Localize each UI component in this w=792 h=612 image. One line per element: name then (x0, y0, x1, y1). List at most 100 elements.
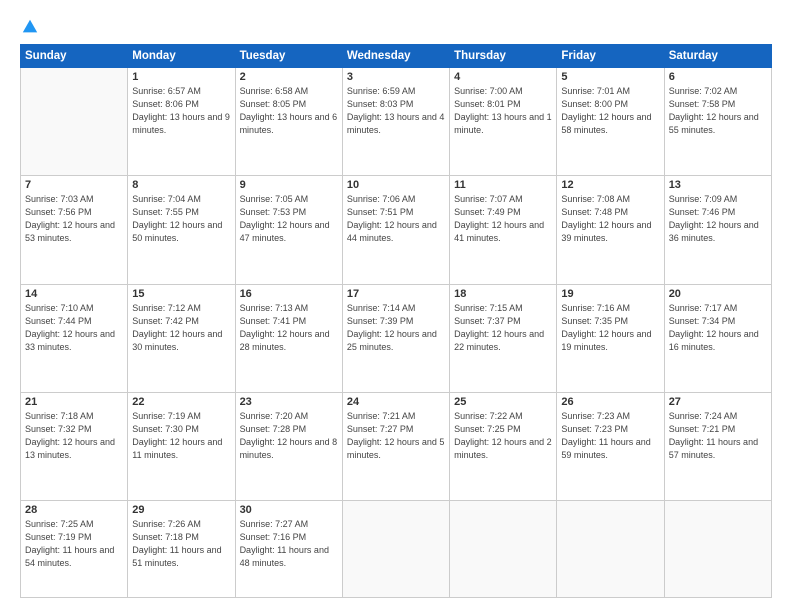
calendar-cell: 24 Sunrise: 7:21 AMSunset: 7:27 PMDayligh… (342, 392, 449, 500)
day-number: 20 (669, 288, 767, 300)
calendar-cell: 13 Sunrise: 7:09 AMSunset: 7:46 PMDayligh… (664, 176, 771, 284)
calendar-header-row: SundayMondayTuesdayWednesdayThursdayFrid… (21, 45, 772, 68)
day-number: 5 (561, 71, 659, 83)
day-info: Sunrise: 6:59 AMSunset: 8:03 PMDaylight:… (347, 85, 445, 137)
day-number: 6 (669, 71, 767, 83)
calendar-cell: 4 Sunrise: 7:00 AMSunset: 8:01 PMDaylight… (450, 68, 557, 176)
day-info: Sunrise: 7:10 AMSunset: 7:44 PMDaylight:… (25, 302, 123, 354)
day-info: Sunrise: 7:05 AMSunset: 7:53 PMDaylight:… (240, 193, 338, 245)
day-info: Sunrise: 7:19 AMSunset: 7:30 PMDaylight:… (132, 410, 230, 462)
day-number: 18 (454, 288, 552, 300)
day-info: Sunrise: 7:03 AMSunset: 7:56 PMDaylight:… (25, 193, 123, 245)
day-info: Sunrise: 7:04 AMSunset: 7:55 PMDaylight:… (132, 193, 230, 245)
day-info: Sunrise: 7:09 AMSunset: 7:46 PMDaylight:… (669, 193, 767, 245)
logo-icon (21, 18, 39, 36)
day-number: 4 (454, 71, 552, 83)
day-info: Sunrise: 7:06 AMSunset: 7:51 PMDaylight:… (347, 193, 445, 245)
calendar-cell: 12 Sunrise: 7:08 AMSunset: 7:48 PMDayligh… (557, 176, 664, 284)
calendar-cell: 28 Sunrise: 7:25 AMSunset: 7:19 PMDayligh… (21, 501, 128, 598)
calendar-cell: 29 Sunrise: 7:26 AMSunset: 7:18 PMDayligh… (128, 501, 235, 598)
day-number: 2 (240, 71, 338, 83)
day-number: 19 (561, 288, 659, 300)
calendar-cell: 20 Sunrise: 7:17 AMSunset: 7:34 PMDayligh… (664, 284, 771, 392)
day-number: 13 (669, 179, 767, 191)
day-number: 9 (240, 179, 338, 191)
calendar-cell: 7Sunrise: 7:03 AMSunset: 7:56 PMDaylight… (21, 176, 128, 284)
logo (20, 18, 39, 34)
weekday-header-tuesday: Tuesday (235, 45, 342, 68)
calendar-cell: 27Sunrise: 7:24 AMSunset: 7:21 PMDayligh… (664, 392, 771, 500)
calendar-cell: 23 Sunrise: 7:20 AMSunset: 7:28 PMDayligh… (235, 392, 342, 500)
calendar-cell: 21 Sunrise: 7:18 AMSunset: 7:32 PMDayligh… (21, 392, 128, 500)
day-number: 17 (347, 288, 445, 300)
calendar-cell (557, 501, 664, 598)
day-info: Sunrise: 7:14 AMSunset: 7:39 PMDaylight:… (347, 302, 445, 354)
day-info: Sunrise: 7:23 AMSunset: 7:23 PMDaylight:… (561, 410, 659, 462)
calendar-cell: 6 Sunrise: 7:02 AMSunset: 7:58 PMDaylight… (664, 68, 771, 176)
calendar-cell: 9 Sunrise: 7:05 AMSunset: 7:53 PMDaylight… (235, 176, 342, 284)
day-info: Sunrise: 7:21 AMSunset: 7:27 PMDaylight:… (347, 410, 445, 462)
page: SundayMondayTuesdayWednesdayThursdayFrid… (0, 0, 792, 612)
day-number: 23 (240, 396, 338, 408)
calendar-cell: 5 Sunrise: 7:01 AMSunset: 8:00 PMDaylight… (557, 68, 664, 176)
calendar-cell: 18 Sunrise: 7:15 AMSunset: 7:37 PMDayligh… (450, 284, 557, 392)
day-info: Sunrise: 7:00 AMSunset: 8:01 PMDaylight:… (454, 85, 552, 137)
calendar-cell: 15Sunrise: 7:12 AMSunset: 7:42 PMDayligh… (128, 284, 235, 392)
day-info: Sunrise: 7:07 AMSunset: 7:49 PMDaylight:… (454, 193, 552, 245)
calendar-cell: 22 Sunrise: 7:19 AMSunset: 7:30 PMDayligh… (128, 392, 235, 500)
day-number: 8 (132, 179, 230, 191)
calendar-cell (342, 501, 449, 598)
calendar-cell: 17 Sunrise: 7:14 AMSunset: 7:39 PMDayligh… (342, 284, 449, 392)
calendar-cell: 19 Sunrise: 7:16 AMSunset: 7:35 PMDayligh… (557, 284, 664, 392)
day-number: 1 (132, 71, 230, 83)
day-number: 24 (347, 396, 445, 408)
weekday-header-monday: Monday (128, 45, 235, 68)
weekday-header-friday: Friday (557, 45, 664, 68)
day-number: 11 (454, 179, 552, 191)
weekday-header-saturday: Saturday (664, 45, 771, 68)
day-number: 29 (132, 504, 230, 516)
weekday-header-wednesday: Wednesday (342, 45, 449, 68)
calendar-cell (664, 501, 771, 598)
calendar-cell: 26 Sunrise: 7:23 AMSunset: 7:23 PMDayligh… (557, 392, 664, 500)
day-number: 22 (132, 396, 230, 408)
calendar-cell: 25Sunrise: 7:22 AMSunset: 7:25 PMDayligh… (450, 392, 557, 500)
day-info: Sunrise: 6:58 AMSunset: 8:05 PMDaylight:… (240, 85, 338, 137)
day-info: Sunrise: 7:26 AMSunset: 7:18 PMDaylight:… (132, 518, 230, 570)
day-info: Sunrise: 7:16 AMSunset: 7:35 PMDaylight:… (561, 302, 659, 354)
day-info: Sunrise: 7:17 AMSunset: 7:34 PMDaylight:… (669, 302, 767, 354)
day-number: 10 (347, 179, 445, 191)
day-info: Sunrise: 7:15 AMSunset: 7:37 PMDaylight:… (454, 302, 552, 354)
day-info: Sunrise: 7:02 AMSunset: 7:58 PMDaylight:… (669, 85, 767, 137)
calendar-cell: 2 Sunrise: 6:58 AMSunset: 8:05 PMDaylight… (235, 68, 342, 176)
day-info: Sunrise: 7:18 AMSunset: 7:32 PMDaylight:… (25, 410, 123, 462)
calendar-cell: 14 Sunrise: 7:10 AMSunset: 7:44 PMDayligh… (21, 284, 128, 392)
day-info: Sunrise: 7:20 AMSunset: 7:28 PMDaylight:… (240, 410, 338, 462)
day-number: 28 (25, 504, 123, 516)
calendar-cell: 11 Sunrise: 7:07 AMSunset: 7:49 PMDayligh… (450, 176, 557, 284)
day-number: 14 (25, 288, 123, 300)
calendar-table: SundayMondayTuesdayWednesdayThursdayFrid… (20, 44, 772, 598)
day-number: 26 (561, 396, 659, 408)
calendar-cell: 3 Sunrise: 6:59 AMSunset: 8:03 PMDaylight… (342, 68, 449, 176)
calendar-cell: 16Sunrise: 7:13 AMSunset: 7:41 PMDayligh… (235, 284, 342, 392)
day-info: Sunrise: 7:27 AMSunset: 7:16 PMDaylight:… (240, 518, 338, 570)
day-info: Sunrise: 7:08 AMSunset: 7:48 PMDaylight:… (561, 193, 659, 245)
day-number: 30 (240, 504, 338, 516)
day-number: 27 (669, 396, 767, 408)
day-number: 16 (240, 288, 338, 300)
calendar-cell: 10 Sunrise: 7:06 AMSunset: 7:51 PMDayligh… (342, 176, 449, 284)
day-number: 3 (347, 71, 445, 83)
day-info: Sunrise: 6:57 AMSunset: 8:06 PMDaylight:… (132, 85, 230, 137)
day-info: Sunrise: 7:25 AMSunset: 7:19 PMDaylight:… (25, 518, 123, 570)
day-number: 21 (25, 396, 123, 408)
day-number: 12 (561, 179, 659, 191)
day-info: Sunrise: 7:01 AMSunset: 8:00 PMDaylight:… (561, 85, 659, 137)
calendar-cell: 30 Sunrise: 7:27 AMSunset: 7:16 PMDayligh… (235, 501, 342, 598)
weekday-header-thursday: Thursday (450, 45, 557, 68)
day-info: Sunrise: 7:22 AMSunset: 7:25 PMDaylight:… (454, 410, 552, 462)
calendar-cell: 8 Sunrise: 7:04 AMSunset: 7:55 PMDaylight… (128, 176, 235, 284)
calendar-cell: 1 Sunrise: 6:57 AMSunset: 8:06 PMDaylight… (128, 68, 235, 176)
header (20, 18, 772, 34)
day-number: 15 (132, 288, 230, 300)
